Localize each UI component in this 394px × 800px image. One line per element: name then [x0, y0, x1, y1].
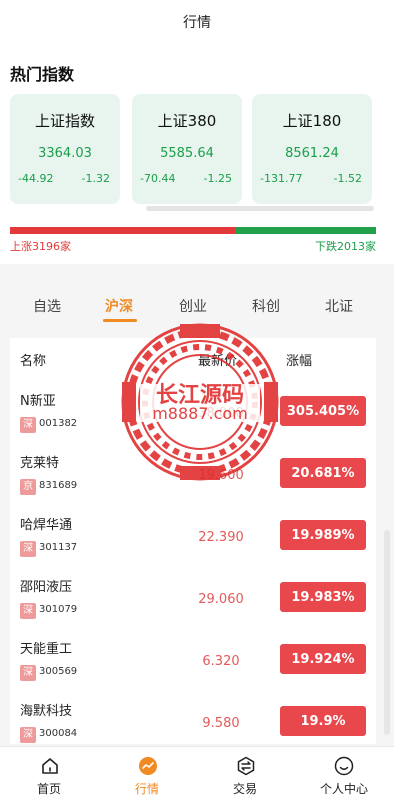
index-card-sz180[interactable]: 上证180 8561.24 -131.77 -1.52	[252, 94, 372, 204]
top-bar: 行情	[0, 0, 394, 44]
table-row[interactable]: 哈焊华通 深 301137 22.390 19.989%	[10, 502, 376, 564]
bottom-nav: 首页 行情 交易 个人中心	[0, 746, 394, 800]
table-row[interactable]: N新亚 深 001382 38.000 305.405%	[10, 378, 376, 440]
stock-code: 301137	[39, 542, 78, 553]
home-icon	[42, 758, 58, 774]
nav-label: 首页	[36, 782, 61, 796]
nav-market[interactable]: 行情	[98, 747, 196, 800]
tab-active-underline	[103, 319, 137, 322]
index-name: 上证指数	[34, 112, 95, 130]
market-badge: 深	[20, 417, 36, 433]
stock-code: 301079	[39, 604, 78, 615]
nav-trade[interactable]: 交易	[196, 747, 294, 800]
change-pct-button[interactable]: 305.405%	[280, 396, 366, 426]
nav-label: 交易	[232, 782, 257, 796]
change-pct-button[interactable]: 19.983%	[280, 582, 366, 612]
stock-name: 天能重工	[20, 642, 73, 657]
up-count-label: 上涨3196家	[10, 240, 71, 253]
stock-code: 001382	[39, 418, 78, 429]
last-price: 38.000	[198, 406, 244, 421]
index-name: 上证180	[282, 112, 342, 130]
change-pct-button[interactable]: 19.9%	[280, 706, 366, 736]
stock-code: 300084	[39, 728, 78, 739]
last-price: 22.390	[198, 530, 244, 545]
market-badge: 深	[20, 665, 36, 681]
stock-name: 邵阳液压	[20, 580, 73, 595]
index-price: 8561.24	[285, 146, 339, 161]
user-icon	[334, 756, 354, 776]
market-badge: 京	[20, 479, 36, 495]
last-price: 29.060	[198, 592, 244, 607]
index-change: -131.77	[260, 172, 303, 185]
change-pct-button[interactable]: 19.989%	[280, 520, 366, 550]
list-scrollbar[interactable]	[384, 530, 390, 735]
table-row[interactable]: 天能重工 深 300569 6.320 19.924%	[10, 626, 376, 688]
index-price: 3364.03	[38, 146, 92, 161]
stock-code: 300569	[39, 666, 78, 677]
nav-home[interactable]: 首页	[0, 747, 98, 800]
down-count-label: 下跌2013家	[315, 240, 376, 253]
index-change-pct: -1.32	[81, 172, 110, 185]
table-row[interactable]: 克莱特 京 831689 19.600 20.681%	[10, 440, 376, 502]
section-title: 热门指数	[10, 65, 75, 84]
change-pct-button[interactable]: 19.924%	[280, 644, 366, 674]
ratio-down-segment	[234, 227, 376, 234]
stock-name: 克莱特	[20, 456, 60, 471]
up-down-ratio-bar	[10, 227, 376, 234]
tab-kechuang[interactable]: 科创	[252, 296, 280, 316]
stock-code: 831689	[39, 480, 78, 491]
nav-label: 个人中心	[319, 782, 368, 796]
stock-name: 海默科技	[20, 704, 73, 719]
market-badge: 深	[20, 603, 36, 619]
index-cards: 上证指数 3364.03 -44.92 -1.32 上证380 5585.64 …	[10, 94, 374, 204]
cards-scrollbar[interactable]	[146, 206, 374, 211]
ratio-up-segment	[10, 227, 235, 234]
table-row[interactable]: 邵阳液压 深 301079 29.060 19.983%	[10, 564, 376, 626]
market-tabs: 自选 沪深 创业 科创 北证	[0, 284, 394, 328]
list-header: 名称 最新价 涨幅	[10, 338, 376, 378]
market-badge: 深	[20, 727, 36, 743]
last-price: 9.580	[202, 716, 240, 731]
nav-profile[interactable]: 个人中心	[294, 747, 394, 800]
index-change-pct: -1.25	[203, 172, 232, 185]
index-name: 上证380	[157, 112, 217, 130]
index-change: -70.44	[140, 172, 176, 185]
market-badge: 深	[20, 541, 36, 557]
stock-list: 名称 最新价 涨幅 N新亚 深 001382 38.000 305.405% 克…	[10, 338, 376, 744]
stock-name: 哈焊华通	[20, 518, 73, 533]
nav-label: 行情	[134, 782, 159, 796]
header-name: 名称	[20, 354, 47, 369]
last-price: 19.600	[198, 468, 244, 483]
tab-hushen[interactable]: 沪深	[105, 296, 133, 316]
change-pct-button[interactable]: 20.681%	[280, 458, 366, 488]
table-row[interactable]: 海默科技 深 300084 9.580 19.9%	[10, 688, 376, 744]
index-change-pct: -1.52	[333, 172, 362, 185]
page-title: 行情	[183, 15, 211, 31]
index-card-sz380[interactable]: 上证380 5585.64 -70.44 -1.25	[132, 94, 242, 204]
index-card-shangzheng[interactable]: 上证指数 3364.03 -44.92 -1.32	[10, 94, 120, 204]
index-change: -44.92	[18, 172, 54, 185]
stock-name: N新亚	[20, 394, 56, 409]
hot-index-section: 热门指数 上证指数 3364.03 -44.92 -1.32 上证380 558…	[0, 44, 394, 264]
last-price: 6.320	[202, 654, 240, 669]
exchange-icon	[237, 756, 255, 776]
market-icon	[139, 757, 157, 775]
tab-chuangye[interactable]: 创业	[179, 296, 207, 316]
tab-watchlist[interactable]: 自选	[33, 296, 61, 316]
header-change-pct: 涨幅	[286, 354, 313, 369]
tab-beizheng[interactable]: 北证	[325, 296, 353, 316]
index-price: 5585.64	[160, 146, 214, 161]
header-last-price: 最新价	[198, 354, 238, 369]
